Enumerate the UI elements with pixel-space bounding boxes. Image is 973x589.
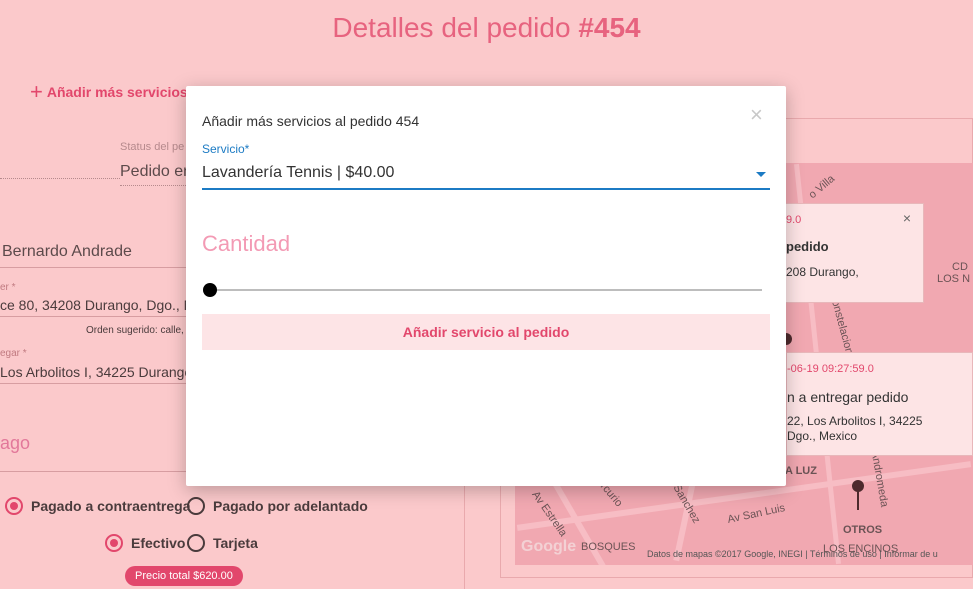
map-marker-stem [857,490,859,510]
info-address-line: 22, Los Arbolitos I, 34225 [787,414,923,428]
payment-option-label: Pagado a contraentrega [31,498,191,514]
method-option-label: Tarjeta [213,535,258,551]
radio-checked-icon [5,497,23,515]
close-icon[interactable]: × [750,104,763,126]
total-price-badge: Precio total $620.00 [125,566,243,586]
radio-unchecked-icon [187,497,205,515]
pickup-address-field[interactable]: ce 80, 34208 Durango, Dgo., M [0,297,195,313]
payment-option-adelantado[interactable]: Pagado por adelantado [187,497,368,515]
map-label: OTROS [843,524,883,536]
quantity-label: Cantidad [202,231,291,256]
service-field-label: Servicio* [202,142,250,156]
delivery-address-field[interactable]: Los Arbolitos I, 34225 Durango [0,364,192,380]
payment-section-title: ago [0,433,31,453]
map-attribution: Datos de mapas ©2017 Google, INEGI | Tér… [647,549,938,559]
info-date: -06-19 09:27:59.0 [787,363,874,375]
map-label: Av San Luis [726,502,787,526]
method-option-label: Efectivo [131,535,186,551]
map-label: LOS N [937,273,971,285]
order-hint: Orden sugerido: calle, [86,325,184,336]
modal-title: Añadir más servicios al pedido 454 [202,113,420,129]
map-label: BOSQUES [581,541,636,553]
divider [0,471,186,472]
info-title: pedido [786,239,829,254]
plus-icon: + [30,79,43,104]
method-option-tarjeta[interactable]: Tarjeta [187,534,258,552]
page-title: Detalles del pedido #454 [0,12,973,44]
client-name-field[interactable]: Bernardo Andrade [2,243,132,261]
payment-option-label: Pagado por adelantado [213,498,368,514]
info-date: 9.0 [786,214,802,226]
order-number: #454 [578,12,641,43]
radio-unchecked-icon [187,534,205,552]
quantity-slider-track[interactable] [210,289,762,291]
add-services-link[interactable]: + Añadir más servicios [30,79,188,104]
service-select[interactable]: Lavandería Tennis | $40.00 [202,164,770,190]
method-option-efectivo[interactable]: Efectivo [105,534,185,552]
google-logo: Google [521,538,577,555]
info-address: 22, Los Arbolitos I, 34225 Dgo., Mexico [787,414,922,444]
map-label: A LUZ [785,465,817,477]
info-title: n a entregar pedido [787,389,909,405]
status-label: Status del pe [120,141,185,153]
chevron-down-icon[interactable] [756,172,766,177]
info-address-line: Dgo., Mexico [787,429,858,443]
radio-checked-icon [105,534,123,552]
payment-option-contraentrega[interactable]: Pagado a contraentrega [5,497,191,515]
add-service-button[interactable]: Añadir servicio al pedido [202,314,770,350]
pickup-address-label: er * [0,282,16,293]
divider [0,383,186,384]
close-icon[interactable]: × [903,210,911,226]
map-info-window-delivery: -06-19 09:27:59.0 n a entregar pedido 22… [786,352,973,456]
add-services-label: Añadir más servicios [46,84,188,100]
page-title-text: Detalles del pedido [332,12,571,43]
delivery-address-label: egar * [0,348,27,359]
map-info-window-pickup: 9.0 pedido 208 Durango, × [785,203,924,303]
info-address: 208 Durango, [786,265,859,279]
divider [0,316,186,317]
divider [0,178,120,179]
map-label: CD [952,261,968,273]
add-service-modal: Añadir más servicios al pedido 454 × Ser… [186,86,786,486]
divider [0,267,186,268]
map-label: o Villa [806,172,838,202]
quantity-slider-handle[interactable] [203,283,217,297]
